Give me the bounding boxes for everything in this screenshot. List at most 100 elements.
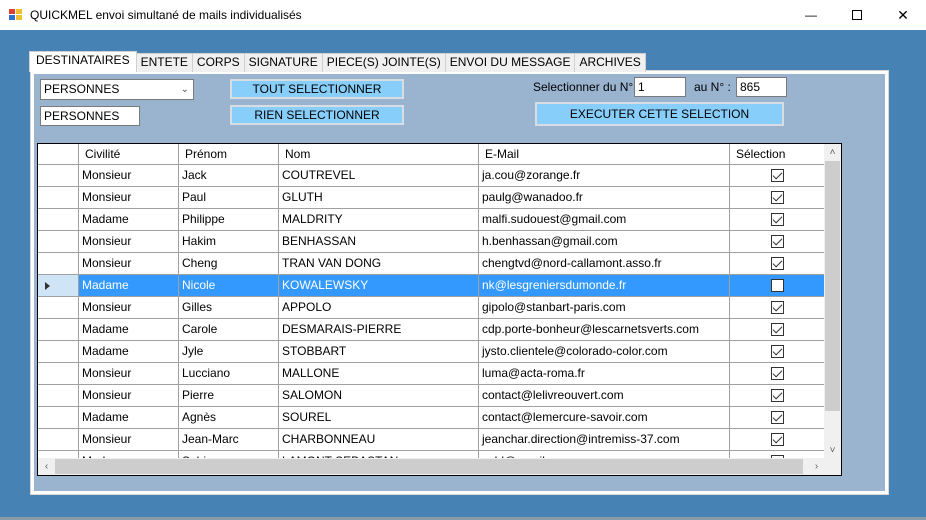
range-to-input[interactable]: 865 <box>736 77 787 97</box>
checkbox-checked-icon[interactable] <box>770 191 784 204</box>
cell-nom[interactable]: CHARBONNEAU <box>279 429 479 450</box>
cell-selection[interactable] <box>730 319 825 340</box>
cell-email[interactable]: contact@lemercure-savoir.com <box>479 407 730 428</box>
row-header[interactable] <box>38 407 79 428</box>
cell-selection[interactable] <box>730 429 825 450</box>
scroll-down-icon[interactable]: ˅ <box>824 442 841 459</box>
cell-email[interactable]: gipolo@stanbart-paris.com <box>479 297 730 318</box>
cell-selection[interactable] <box>730 297 825 318</box>
cell-prenom[interactable]: Nicole <box>179 275 279 296</box>
tab-destinataires[interactable]: DESTINATAIRES <box>29 51 137 72</box>
tab-signature[interactable]: SIGNATURE <box>243 53 323 72</box>
row-header[interactable] <box>38 209 79 230</box>
row-header[interactable] <box>38 297 79 318</box>
cell-civilite[interactable]: Monsieur <box>79 253 179 274</box>
row-header[interactable] <box>38 231 79 252</box>
cell-email[interactable]: jysto.clientele@colorado-color.com <box>479 341 730 362</box>
checkbox-checked-icon[interactable] <box>770 301 784 314</box>
checkbox-checked-icon[interactable] <box>770 323 784 336</box>
cell-civilite[interactable]: Madame <box>79 209 179 230</box>
cell-selection[interactable] <box>730 407 825 428</box>
table-row[interactable]: Monsieur Hakim BENHASSAN h.benhassan@gmail.… <box>38 231 825 253</box>
cell-nom[interactable]: STOBBART <box>279 341 479 362</box>
checkbox-checked-icon[interactable] <box>770 389 784 402</box>
horizontal-scrollbar[interactable]: ‹ › <box>38 458 825 475</box>
column-header-email[interactable]: E-Mail <box>479 144 730 165</box>
checkbox-checked-icon[interactable] <box>770 411 784 424</box>
cell-prenom[interactable]: Pierre <box>179 385 279 406</box>
column-header-nom[interactable]: Nom <box>279 144 479 165</box>
horizontal-scroll-thumb[interactable] <box>55 459 803 474</box>
category-select[interactable]: PERSONNES ⌄ <box>40 79 194 100</box>
table-row[interactable]: Monsieur Jean-Marc CHARBONNEAU jeanchar.dir… <box>38 429 825 451</box>
cell-selection[interactable] <box>730 187 825 208</box>
cell-email[interactable]: chengtvd@nord-callamont.asso.fr <box>479 253 730 274</box>
cell-prenom[interactable]: Agnès <box>179 407 279 428</box>
row-header[interactable] <box>38 165 79 186</box>
checkbox-unchecked-icon[interactable] <box>770 279 784 292</box>
cell-civilite[interactable]: Madame <box>79 319 179 340</box>
scroll-left-icon[interactable]: ‹ <box>38 458 55 475</box>
cell-civilite[interactable]: Monsieur <box>79 385 179 406</box>
select-all-button[interactable]: TOUT SELECTIONNER <box>230 79 404 99</box>
cell-prenom[interactable]: Carole <box>179 319 279 340</box>
cell-nom[interactable]: MALLONE <box>279 363 479 384</box>
cell-nom[interactable]: TRAN VAN DONG <box>279 253 479 274</box>
column-header-prenom[interactable]: Prénom <box>179 144 279 165</box>
row-header[interactable] <box>38 187 79 208</box>
cell-selection[interactable] <box>730 209 825 230</box>
scroll-up-icon[interactable]: ˄ <box>824 144 841 161</box>
checkbox-checked-icon[interactable] <box>770 169 784 182</box>
category-textbox[interactable]: PERSONNES <box>40 106 140 126</box>
cell-civilite[interactable]: Monsieur <box>79 429 179 450</box>
cell-email[interactable]: h.benhassan@gmail.com <box>479 231 730 252</box>
checkbox-checked-icon[interactable] <box>770 433 784 446</box>
tab-corps[interactable]: CORPS <box>191 53 245 72</box>
cell-prenom[interactable]: Jean-Marc <box>179 429 279 450</box>
checkbox-checked-icon[interactable] <box>770 367 784 380</box>
cell-nom[interactable]: KOWALEWSKY <box>279 275 479 296</box>
column-header-selection[interactable]: Sélection <box>730 144 825 165</box>
table-row[interactable]: Madame Nicole KOWALEWSKY nk@lesgreniersdumo… <box>38 275 825 297</box>
table-row[interactable]: Madame Philippe MALDRITY malfi.sudouest@gma… <box>38 209 825 231</box>
cell-prenom[interactable]: Gilles <box>179 297 279 318</box>
cell-nom[interactable]: DESMARAIS-PIERRE <box>279 319 479 340</box>
row-header[interactable] <box>38 253 79 274</box>
table-row[interactable]: Monsieur Lucciano MALLONE luma@acta-roma.fr <box>38 363 825 385</box>
cell-email[interactable]: ja.cou@zorange.fr <box>479 165 730 186</box>
cell-email[interactable]: luma@acta-roma.fr <box>479 363 730 384</box>
cell-civilite[interactable]: Monsieur <box>79 297 179 318</box>
cell-selection[interactable] <box>730 231 825 252</box>
execute-selection-button[interactable]: EXECUTER CETTE SELECTION <box>535 102 784 126</box>
close-button[interactable]: ✕ <box>880 0 926 30</box>
range-from-input[interactable]: 1 <box>634 77 686 97</box>
cell-prenom[interactable]: Cheng <box>179 253 279 274</box>
table-row[interactable]: Monsieur Pierre SALOMON contact@lelivreouve… <box>38 385 825 407</box>
table-row[interactable]: Monsieur Cheng TRAN VAN DONG chengtvd@nord-… <box>38 253 825 275</box>
cell-nom[interactable]: MALDRITY <box>279 209 479 230</box>
recipients-grid[interactable]: Civilité Prénom Nom E-Mail Sélection Mon… <box>37 143 842 476</box>
minimize-button[interactable]: — <box>788 0 834 30</box>
table-row[interactable]: Monsieur Gilles APPOLO gipolo@stanbart-pari… <box>38 297 825 319</box>
tab-envoi-du-message[interactable]: ENVOI DU MESSAGE <box>444 53 576 72</box>
cell-civilite[interactable]: Monsieur <box>79 363 179 384</box>
cell-civilite[interactable]: Madame <box>79 407 179 428</box>
checkbox-checked-icon[interactable] <box>770 213 784 226</box>
row-header[interactable] <box>38 275 79 296</box>
cell-nom[interactable]: SALOMON <box>279 385 479 406</box>
cell-selection[interactable] <box>730 275 825 296</box>
cell-selection[interactable] <box>730 363 825 384</box>
cell-selection[interactable] <box>730 165 825 186</box>
cell-email[interactable]: nk@lesgreniersdumonde.fr <box>479 275 730 296</box>
cell-prenom[interactable]: Hakim <box>179 231 279 252</box>
cell-nom[interactable]: SOUREL <box>279 407 479 428</box>
cell-prenom[interactable]: Lucciano <box>179 363 279 384</box>
cell-civilite[interactable]: Madame <box>79 275 179 296</box>
table-row[interactable]: Madame Agnès SOUREL contact@lemercure-savoi… <box>38 407 825 429</box>
cell-selection[interactable] <box>730 385 825 406</box>
cell-nom[interactable]: BENHASSAN <box>279 231 479 252</box>
cell-nom[interactable]: APPOLO <box>279 297 479 318</box>
cell-email[interactable]: paulg@wanadoo.fr <box>479 187 730 208</box>
row-header[interactable] <box>38 385 79 406</box>
tab-entete[interactable]: ENTETE <box>135 53 193 72</box>
